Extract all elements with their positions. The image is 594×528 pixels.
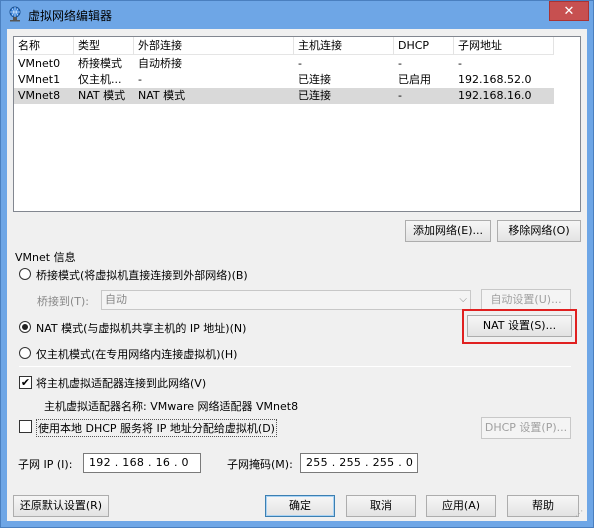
nat-settings-button[interactable]: NAT 设置(S)... (467, 315, 572, 337)
bridged-to-value: 自动 (105, 293, 127, 306)
column-header-subnet[interactable]: 子网地址 (454, 37, 554, 55)
cell-subnet: 192.168.16.0 (458, 89, 532, 102)
cell-type: 仅主机... (78, 73, 122, 86)
subnet-mask-field[interactable]: 255 . 255 . 255 . 0 (300, 453, 418, 473)
dhcp-checkbox[interactable] (19, 420, 32, 433)
bridged-mode-radio[interactable] (19, 268, 31, 280)
vmnet-info-group-label: VMnet 信息 (15, 251, 76, 264)
cell-name: VMnet8 (18, 89, 61, 102)
table-row[interactable]: VMnet0 桥接模式 自动桥接 - - - (14, 56, 554, 72)
cell-name: VMnet1 (18, 73, 61, 86)
host-only-mode-radio[interactable] (19, 347, 31, 359)
cell-host: 已连接 (298, 89, 331, 102)
close-button[interactable]: ✕ (549, 1, 589, 21)
table-row-selected[interactable]: VMnet8 NAT 模式 NAT 模式 已连接 - 192.168.16.0 (14, 88, 554, 104)
dhcp-settings-button[interactable]: DHCP 设置(P)... (481, 417, 571, 439)
auto-settings-button[interactable]: 自动设置(U)... (481, 289, 571, 311)
cancel-button[interactable]: 取消 (346, 495, 416, 517)
bridged-to-select[interactable]: 自动 ⌵ (101, 290, 471, 310)
cell-name: VMnet0 (18, 57, 61, 70)
cell-type: NAT 模式 (78, 89, 126, 102)
bridged-to-label: 桥接到(T): (37, 295, 90, 308)
network-list[interactable]: 名称 类型 外部连接 主机连接 DHCP 子网地址 VMnet0 桥接模式 自动… (13, 36, 581, 212)
column-header-host[interactable]: 主机连接 (294, 37, 394, 55)
ok-button[interactable]: 确定 (265, 495, 335, 517)
subnet-mask-label: 子网掩码(M): (227, 458, 293, 471)
add-network-button[interactable]: 添加网络(E)... (405, 220, 491, 242)
subnet-ip-field[interactable]: 192 . 168 . 16 . 0 (83, 453, 201, 473)
window-title: 虚拟网络编辑器 (28, 9, 113, 23)
title-bar[interactable]: 虚拟网络编辑器 ✕ (1, 1, 593, 29)
table-row[interactable]: VMnet1 仅主机... - 已连接 已启用 192.168.52.0 (14, 72, 554, 88)
network-globe-icon (9, 6, 21, 22)
apply-button[interactable]: 应用(A) (426, 495, 496, 517)
column-header-type[interactable]: 类型 (74, 37, 134, 55)
section-divider (19, 366, 571, 367)
help-button[interactable]: 帮助 (507, 495, 579, 517)
host-only-mode-label[interactable]: 仅主机模式(在专用网络内连接虚拟机)(H) (36, 346, 237, 362)
cell-type: 桥接模式 (78, 57, 122, 70)
column-header-name[interactable]: 名称 (14, 37, 74, 55)
restore-defaults-button[interactable]: 还原默认设置(R) (13, 495, 109, 517)
virtual-network-editor-window: 虚拟网络编辑器 ✕ 名称 类型 外部连接 主机连接 DHCP 子网地址 VMne… (0, 0, 594, 528)
cell-external: - (138, 73, 142, 86)
column-header-external[interactable]: 外部连接 (134, 37, 294, 55)
nat-mode-radio[interactable] (19, 321, 31, 333)
adapter-name-label: 主机虚拟适配器名称: VMware 网络适配器 VMnet8 (44, 400, 299, 413)
connect-adapter-checkbox[interactable]: ✔ (19, 376, 32, 389)
connect-adapter-label[interactable]: 将主机虚拟适配器连接到此网络(V) (36, 375, 206, 391)
cell-dhcp: - (398, 57, 402, 70)
bridged-mode-label[interactable]: 桥接模式(将虚拟机直接连接到外部网络)(B) (36, 267, 248, 283)
chevron-down-icon: ⌵ (459, 294, 467, 305)
cell-subnet: - (458, 57, 462, 70)
dhcp-label[interactable]: 使用本地 DHCP 服务将 IP 地址分配给虚拟机(D) (36, 419, 277, 437)
dialog-client-area: 名称 类型 外部连接 主机连接 DHCP 子网地址 VMnet0 桥接模式 自动… (7, 29, 587, 521)
remove-network-button[interactable]: 移除网络(O) (497, 220, 581, 242)
cell-external: NAT 模式 (138, 89, 186, 102)
cell-dhcp: - (398, 89, 402, 102)
nat-mode-label[interactable]: NAT 模式(与虚拟机共享主机的 IP 地址)(N) (36, 320, 246, 336)
subnet-ip-label: 子网 IP (I): (18, 458, 73, 471)
network-list-header: 名称 类型 外部连接 主机连接 DHCP 子网地址 (14, 37, 554, 55)
cell-host: 已连接 (298, 73, 331, 86)
cell-host: - (298, 57, 302, 70)
resize-grip-icon[interactable]: ⋰ (575, 509, 585, 519)
cell-external: 自动桥接 (138, 57, 182, 70)
cell-subnet: 192.168.52.0 (458, 73, 532, 86)
column-header-dhcp[interactable]: DHCP (394, 37, 454, 55)
cell-dhcp: 已启用 (398, 73, 431, 86)
